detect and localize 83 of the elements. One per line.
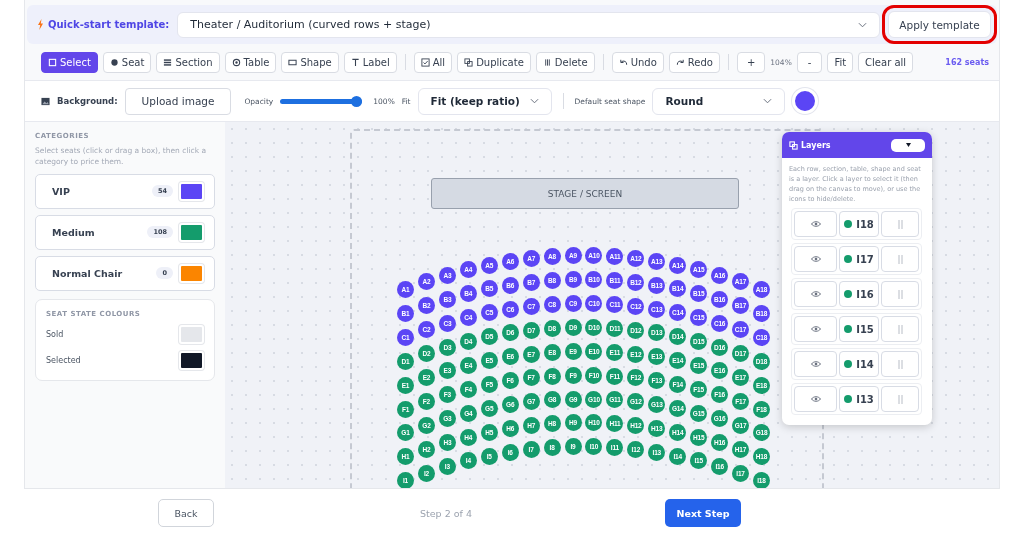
image-icon xyxy=(41,96,50,106)
seat-map-canvas[interactable] xyxy=(225,122,999,488)
category-swatch[interactable] xyxy=(179,263,204,283)
toolbar-button[interactable]: Redo xyxy=(668,51,720,73)
caret-icon xyxy=(905,143,911,147)
lightning-icon xyxy=(37,19,44,30)
step-indicator: Step 2 of 4 xyxy=(420,507,472,519)
state-swatch[interactable] xyxy=(179,324,204,344)
seat-shape-dropdown[interactable]: Round xyxy=(652,87,786,115)
background-label: Background: xyxy=(57,96,118,106)
state-swatch[interactable] xyxy=(179,350,204,370)
clear-all-button[interactable]: Clear all xyxy=(858,51,914,73)
template-label: Quick-start template: xyxy=(48,19,170,30)
rectangle-icon xyxy=(288,57,298,67)
eye-icon xyxy=(810,396,821,403)
eye-icon xyxy=(810,326,821,333)
chevron-down-icon xyxy=(763,98,773,104)
toolbar-button[interactable]: All xyxy=(413,51,453,73)
next-step-button[interactable]: Next Step xyxy=(665,499,741,527)
layer-item[interactable]: I17 xyxy=(839,246,879,273)
delete-button[interactable] xyxy=(881,316,919,343)
template-dropdown[interactable]: Theater / Auditorium (curved rows + stage) xyxy=(177,11,880,38)
collapse-button[interactable] xyxy=(891,138,925,152)
chevron-down-icon xyxy=(529,98,539,104)
undo-icon xyxy=(618,57,628,67)
tool-button[interactable]: Table xyxy=(224,51,277,73)
visibility-button[interactable] xyxy=(794,246,837,273)
fit-button[interactable]: Fit xyxy=(827,51,854,73)
visibility-button[interactable] xyxy=(794,316,837,343)
category-swatch[interactable] xyxy=(179,222,204,242)
delete-button[interactable] xyxy=(881,246,919,273)
zoom-in-button[interactable]: + xyxy=(736,51,766,73)
redo-icon xyxy=(675,57,685,67)
delete-button[interactable] xyxy=(881,211,919,238)
visibility-button[interactable] xyxy=(794,281,837,308)
tool-button[interactable]: Select xyxy=(41,51,98,73)
toolbar-button[interactable]: Delete xyxy=(535,51,595,73)
lines-icon xyxy=(163,57,173,67)
eye-icon xyxy=(810,256,821,263)
visibility-button[interactable] xyxy=(794,386,837,413)
tool-button[interactable]: Label xyxy=(343,51,397,73)
eye-icon xyxy=(810,221,821,228)
seat-count: 162 seats xyxy=(945,57,989,67)
square-icon xyxy=(48,57,57,67)
layer-item[interactable]: I16 xyxy=(839,281,879,308)
visibility-button[interactable] xyxy=(794,351,837,378)
circle-icon xyxy=(231,57,241,67)
stage-block[interactable]: STAGE / SCREEN xyxy=(431,178,739,209)
eye-icon xyxy=(810,361,821,368)
toolbar-button[interactable]: Duplicate xyxy=(457,51,531,73)
category-name: Medium xyxy=(52,226,96,238)
state-label: Selected xyxy=(46,355,81,365)
zoom-out-button[interactable]: - xyxy=(796,51,823,73)
back-button[interactable]: Back xyxy=(158,499,214,527)
delete-button[interactable] xyxy=(881,386,919,413)
category-name: VIP xyxy=(52,185,71,197)
state-label: Sold xyxy=(46,329,64,339)
copy-icon xyxy=(464,57,474,67)
seat-color-swatch[interactable] xyxy=(792,88,819,114)
tool-button[interactable]: Shape xyxy=(281,51,339,73)
chevron-down-icon xyxy=(858,21,867,28)
visibility-button[interactable] xyxy=(794,211,837,238)
dot-icon xyxy=(109,57,119,67)
fit-dropdown[interactable]: Fit (keep ratio) xyxy=(417,87,552,115)
eye-icon xyxy=(810,291,821,298)
slider-thumb[interactable] xyxy=(351,95,363,107)
layers-icon xyxy=(789,140,798,150)
tool-button[interactable]: Section xyxy=(156,51,220,73)
layer-item[interactable]: I18 xyxy=(839,211,879,238)
opacity-slider[interactable] xyxy=(280,95,363,107)
layer-item[interactable]: I13 xyxy=(839,386,879,413)
delete-button[interactable] xyxy=(881,281,919,308)
upload-image-button[interactable]: Upload image xyxy=(124,87,232,115)
checkbox-icon xyxy=(420,57,430,67)
category-name: Normal Chair xyxy=(52,267,124,279)
toolbar-button[interactable]: Undo xyxy=(611,51,664,73)
layers-title: Layers xyxy=(801,140,831,150)
text-icon xyxy=(350,57,360,67)
tool-button[interactable]: Seat xyxy=(102,51,152,73)
delete-button[interactable] xyxy=(881,351,919,378)
layer-item[interactable]: I14 xyxy=(839,351,879,378)
layer-item[interactable]: I15 xyxy=(839,316,879,343)
category-swatch[interactable] xyxy=(179,181,204,201)
